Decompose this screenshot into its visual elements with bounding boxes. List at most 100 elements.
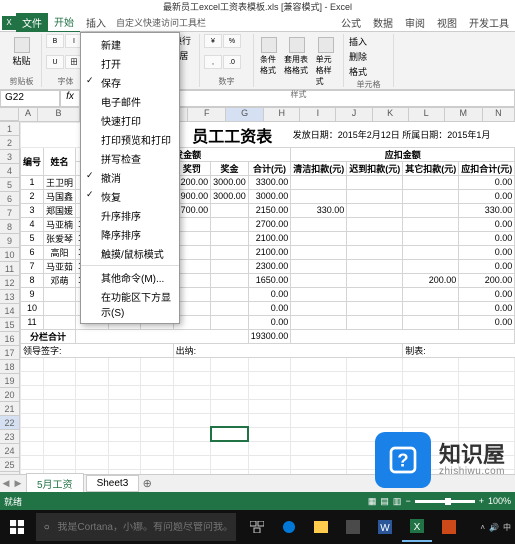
row-header[interactable]: 18 (0, 360, 20, 374)
row-header[interactable]: 19 (0, 374, 20, 388)
cell[interactable]: 7 (21, 259, 44, 273)
cell[interactable]: 330.00 (459, 203, 515, 217)
view-normal-icon[interactable]: ▦ (368, 496, 377, 507)
media-icon[interactable] (434, 512, 464, 542)
cell[interactable]: 4 (21, 217, 44, 231)
cell[interactable] (44, 427, 76, 441)
cell[interactable] (211, 399, 249, 413)
tab-review[interactable]: 审阅 (399, 13, 431, 32)
dropdown-item[interactable]: 升序排序 (81, 206, 179, 225)
tab-view[interactable]: 视图 (431, 13, 463, 32)
underline-button[interactable]: U (46, 55, 64, 69)
cell[interactable] (21, 357, 44, 371)
cell[interactable] (173, 455, 211, 469)
cell[interactable] (403, 301, 459, 315)
cell[interactable] (211, 301, 249, 315)
cell[interactable]: 330.00 (291, 203, 347, 217)
row-header[interactable]: 8 (0, 220, 20, 234)
start-button[interactable] (0, 510, 34, 544)
cashier[interactable]: 出纳: (173, 343, 403, 357)
cell[interactable]: 0.00 (459, 301, 515, 315)
cell[interactable]: 0.00 (459, 287, 515, 301)
cell[interactable] (403, 357, 459, 371)
cell[interactable] (211, 385, 249, 399)
cell[interactable]: 0.00 (248, 287, 291, 301)
cell[interactable] (141, 413, 174, 427)
cell[interactable] (21, 427, 44, 441)
cell[interactable]: 王卫明 (44, 175, 76, 189)
conditional-format-button[interactable]: 条件格式 (258, 34, 280, 89)
cell[interactable] (211, 203, 249, 217)
cell[interactable] (76, 357, 109, 371)
tab-home[interactable]: 开始 (48, 12, 80, 33)
cell[interactable]: 9 (21, 287, 44, 301)
cell[interactable] (76, 399, 109, 413)
cell[interactable] (44, 301, 76, 315)
dropdown-item[interactable]: 打印预览和打印 (81, 130, 179, 149)
cell[interactable] (44, 455, 76, 469)
zoom-in-icon[interactable]: + (479, 496, 484, 506)
format-table-button[interactable]: 套用表格格式 (282, 34, 312, 89)
cell[interactable] (291, 301, 347, 315)
excel-taskbar-icon[interactable]: X (402, 512, 432, 542)
edge-icon[interactable] (274, 512, 304, 542)
cell[interactable] (76, 329, 249, 343)
cell[interactable] (108, 399, 141, 413)
cell[interactable] (173, 427, 211, 441)
cell[interactable] (76, 441, 109, 455)
cell[interactable] (211, 441, 249, 455)
row-header[interactable]: 6 (0, 192, 20, 206)
cell[interactable]: 5 (21, 231, 44, 245)
cell[interactable] (248, 385, 291, 399)
cell[interactable]: 8 (21, 273, 44, 287)
excel-app-icon[interactable]: X (2, 16, 16, 30)
cell[interactable] (211, 357, 249, 371)
cell[interactable] (44, 287, 76, 301)
cell[interactable]: 0.00 (248, 301, 291, 315)
cell[interactable] (141, 455, 174, 469)
cell[interactable] (44, 371, 76, 385)
row-header[interactable]: 9 (0, 234, 20, 248)
cell[interactable] (44, 441, 76, 455)
cell[interactable] (347, 217, 403, 231)
col-header-H[interactable]: H (264, 108, 300, 121)
cell[interactable] (403, 371, 459, 385)
row-header[interactable]: 23 (0, 430, 20, 444)
col-header-F[interactable]: F (188, 108, 226, 121)
cell[interactable] (76, 385, 109, 399)
cell[interactable] (173, 357, 211, 371)
cell[interactable] (403, 217, 459, 231)
cell[interactable] (211, 231, 249, 245)
row-header[interactable]: 2 (0, 136, 20, 150)
cell[interactable]: 编号 (21, 147, 44, 175)
tab-file[interactable]: 文件 (16, 13, 48, 32)
zoom-slider[interactable] (415, 500, 475, 503)
cell[interactable] (248, 357, 291, 371)
currency-button[interactable]: ¥ (204, 34, 222, 48)
col-header-M[interactable]: M (445, 108, 483, 121)
dropdown-item[interactable]: 触摸/鼠标模式 (81, 244, 179, 263)
dropdown-item[interactable]: 降序排序 (81, 225, 179, 244)
col-header-I[interactable]: I (300, 108, 336, 121)
cell[interactable]: 2100.00 (248, 231, 291, 245)
cell[interactable] (108, 371, 141, 385)
col-header-J[interactable]: J (336, 108, 372, 121)
cell[interactable] (108, 385, 141, 399)
cell[interactable] (76, 455, 109, 469)
cell[interactable] (347, 315, 403, 329)
cell[interactable] (141, 357, 174, 371)
cell[interactable] (173, 413, 211, 427)
cell[interactable] (211, 287, 249, 301)
cell[interactable] (211, 273, 249, 287)
cell[interactable] (76, 413, 109, 427)
cell[interactable] (403, 413, 459, 427)
sheet-tab-2[interactable]: Sheet3 (86, 475, 140, 492)
taskview-icon[interactable] (242, 512, 272, 542)
word-icon[interactable]: W (370, 512, 400, 542)
cell[interactable] (403, 203, 459, 217)
tab-insert[interactable]: 插入 (80, 13, 112, 32)
cell[interactable] (141, 399, 174, 413)
row-header[interactable]: 24 (0, 444, 20, 458)
row-header[interactable]: 21 (0, 402, 20, 416)
col-header-A[interactable]: A (19, 108, 38, 121)
